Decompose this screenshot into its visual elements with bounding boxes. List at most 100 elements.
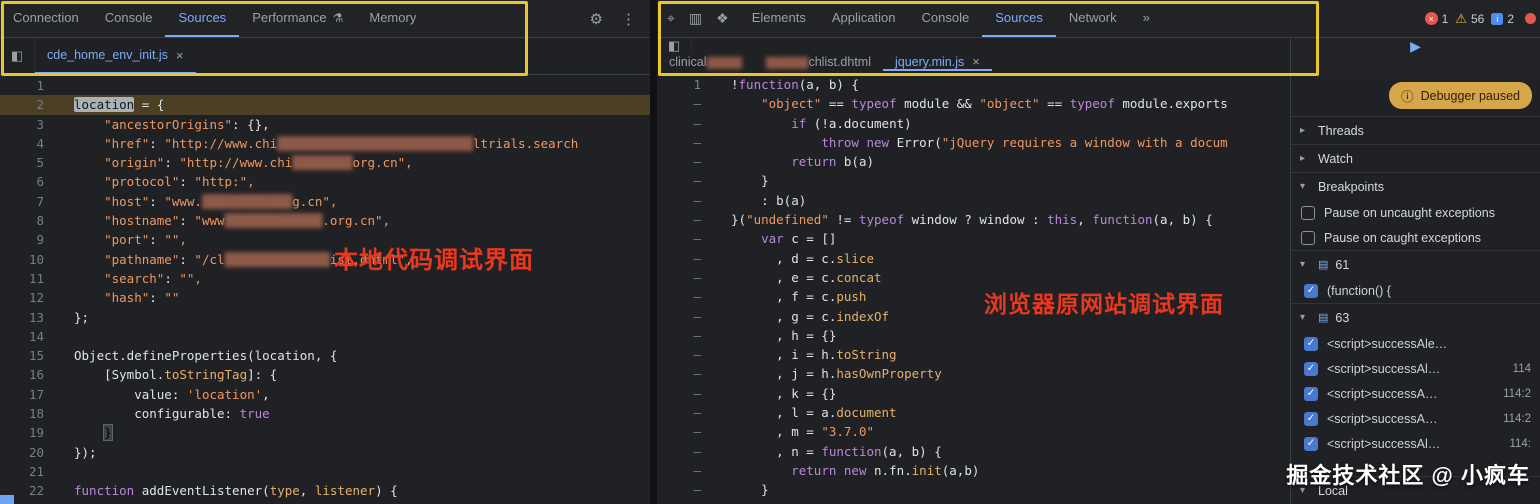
code-line[interactable]: – : b(a) (657, 191, 1290, 210)
line-number[interactable]: 2 (0, 95, 44, 114)
line-number[interactable]: – (657, 191, 701, 210)
checkbox-checked[interactable]: ✓ (1304, 283, 1318, 298)
kebab-menu-icon[interactable]: ⋮ (621, 10, 636, 28)
line-number[interactable]: 4 (0, 134, 44, 153)
navigator-toggle-icon[interactable]: ◧ (657, 38, 692, 54)
line-number[interactable]: – (657, 364, 701, 383)
line-number[interactable]: 7 (0, 192, 44, 211)
checkbox-checked[interactable]: ✓ (1304, 361, 1318, 376)
code-line[interactable]: 7 "host": "www.████████████g.cn", (0, 192, 650, 211)
section-watch[interactable]: ▸ Watch (1291, 144, 1540, 172)
line-number[interactable]: – (657, 307, 701, 326)
line-number[interactable]: – (657, 133, 701, 152)
code-line[interactable]: – var c = [] (657, 229, 1290, 248)
code-line[interactable]: – if (!a.document) (657, 114, 1290, 133)
line-number[interactable]: – (657, 345, 701, 364)
line-number[interactable]: 9 (0, 230, 44, 249)
code-line[interactable]: 1 !function(a, b) { (657, 75, 1290, 94)
line-number[interactable]: 3 (0, 115, 44, 134)
code-line[interactable]: 19 } (0, 423, 650, 442)
code-line[interactable]: – return new n.fn.init(a,b) (657, 461, 1290, 480)
line-number[interactable]: – (657, 94, 701, 113)
line-number[interactable]: – (657, 403, 701, 422)
breakpoint-entry[interactable]: ✓ <script>successAle… (1291, 331, 1540, 356)
code-line[interactable]: 9 "port": "", (0, 230, 650, 249)
pause-option[interactable]: ✓ Pause on uncaught exceptions (1291, 200, 1540, 225)
code-line[interactable]: 20}); (0, 443, 650, 462)
pause-option[interactable]: ✓ Pause on caught exceptions (1291, 225, 1540, 250)
breakpoint-entry[interactable]: ✓ <script>successAl… 114 (1291, 356, 1540, 381)
line-number[interactable]: 21 (0, 462, 44, 481)
code-line[interactable]: – , j = h.hasOwnProperty (657, 364, 1290, 383)
line-number[interactable]: – (657, 210, 701, 229)
line-number[interactable]: 17 (0, 385, 44, 404)
section-threads[interactable]: ▸ Threads (1291, 116, 1540, 144)
breakpoint-entry[interactable]: ✓ (function() { (1291, 278, 1540, 303)
line-number[interactable]: – (657, 500, 701, 504)
code-line[interactable]: – , l = a.document (657, 403, 1290, 422)
line-number[interactable]: 1 (657, 75, 701, 94)
code-line[interactable]: 4 "href": "http://www.chi███████████████… (0, 134, 650, 153)
more-tabs-button[interactable]: » (1130, 0, 1163, 37)
line-number[interactable]: – (657, 287, 701, 306)
code-line[interactable]: 21 (0, 462, 650, 481)
code-line[interactable]: – , e = c.concat (657, 268, 1290, 287)
resume-button[interactable]: ▶ (1410, 38, 1421, 55)
file-tab-1[interactable]: ██████chlist.dhtml (754, 54, 883, 71)
file-tab-cde-home-env-init[interactable]: cde_home_env_init.js × (35, 38, 196, 74)
line-number[interactable]: – (657, 442, 701, 461)
line-number[interactable]: 5 (0, 153, 44, 172)
line-number[interactable]: – (657, 461, 701, 480)
file-tab-2[interactable]: jquery.min.js × (883, 54, 992, 71)
info-badge[interactable]: i 2 (1491, 12, 1514, 26)
tab-sources[interactable]: Sources (165, 0, 240, 37)
tab-memory[interactable]: Memory (356, 0, 429, 37)
navigator-toggle-icon[interactable]: ◧ (0, 38, 35, 74)
breakpoint-group-header[interactable]: ▾ ▤ 63 (1291, 303, 1540, 331)
code-line[interactable]: –}("undefined" != typeof window ? window… (657, 210, 1290, 229)
line-number[interactable]: – (657, 326, 701, 345)
checkbox-checked[interactable]: ✓ (1304, 436, 1318, 451)
code-line[interactable]: 16 [Symbol.toStringTag]: { (0, 365, 650, 384)
code-line[interactable]: 10 "pathname": "/cl██████████████ist.dht… (0, 250, 650, 269)
breakpoint-entry[interactable]: ✓ <script>successA… 114:2 (1291, 381, 1540, 406)
code-line[interactable]: – , o = /^[\s\uFEFF\xA0]+|[\s\uFEFF\xA0]… (657, 500, 1290, 504)
code-line[interactable]: – , d = c.slice (657, 249, 1290, 268)
breakpoint-group-header[interactable]: ▾ ▤ 61 (1291, 250, 1540, 278)
code-line[interactable]: 12 "hash": "" (0, 288, 650, 307)
line-number[interactable]: 14 (0, 327, 44, 346)
line-number[interactable]: 15 (0, 346, 44, 365)
line-number[interactable]: – (657, 249, 701, 268)
tab-connection[interactable]: Connection (0, 0, 92, 37)
line-number[interactable]: 1 (0, 76, 44, 95)
code-line[interactable]: 22 function addEventListener(type, listen… (0, 481, 650, 500)
code-line[interactable]: 17 value: 'location', (0, 385, 650, 404)
warning-badge[interactable]: ⚠ 56 (1455, 12, 1484, 26)
code-line[interactable]: – , i = h.toString (657, 345, 1290, 364)
line-number[interactable]: 18 (0, 404, 44, 423)
code-line[interactable]: – , k = {} (657, 384, 1290, 403)
code-line[interactable]: – , m = "3.7.0" (657, 422, 1290, 441)
section-breakpoints[interactable]: ▾ Breakpoints (1291, 172, 1540, 200)
file-tab-0[interactable]: clinical█████ (657, 54, 754, 71)
line-number[interactable]: – (657, 268, 701, 287)
code-line[interactable]: 3 "ancestorOrigins": {}, (0, 115, 650, 134)
code-line[interactable]: 2 location = { (0, 95, 650, 115)
line-number[interactable]: – (657, 384, 701, 403)
checkbox-unchecked[interactable]: ✓ (1301, 230, 1315, 245)
line-number[interactable]: 8 (0, 211, 44, 230)
tab-sources[interactable]: Sources (982, 0, 1056, 37)
line-number[interactable]: – (657, 229, 701, 248)
checkbox-checked[interactable]: ✓ (1304, 386, 1318, 401)
line-number[interactable]: 10 (0, 250, 44, 269)
right-code-editor[interactable]: 1 !function(a, b) {– "object" == typeof m… (657, 74, 1290, 504)
code-line[interactable]: 11 "search": "", (0, 269, 650, 288)
code-line[interactable]: – throw new Error("jQuery requires a win… (657, 133, 1290, 152)
line-number[interactable]: 12 (0, 288, 44, 307)
code-line[interactable]: 18 configurable: true (0, 404, 650, 423)
line-number[interactable]: 20 (0, 443, 44, 462)
inspect-element-icon[interactable]: ⌖ (667, 10, 675, 27)
tab-network[interactable]: Network (1056, 0, 1130, 37)
tab-console[interactable]: Console (909, 0, 983, 37)
line-number[interactable]: 6 (0, 172, 44, 191)
